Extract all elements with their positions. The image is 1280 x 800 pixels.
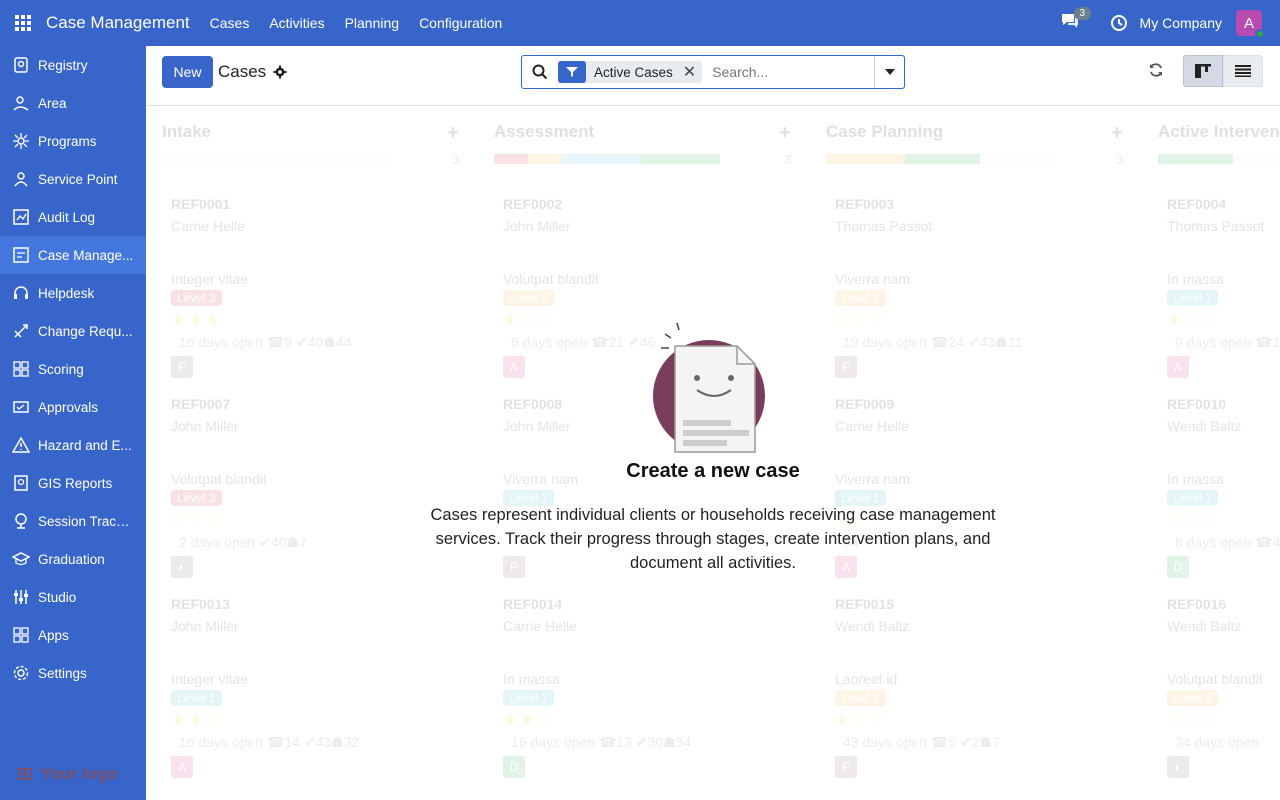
sidebar-item-programs[interactable]: Programs (0, 122, 146, 160)
change-request-icon (14, 324, 28, 338)
sidebar-item-label: Settings (38, 665, 87, 681)
sidebar-item-label: Approvals (38, 399, 99, 415)
sidebar-item-change-request[interactable]: Change Requ... (0, 312, 146, 350)
app-switcher-icon[interactable] (0, 0, 46, 46)
sidebar-item-case-management[interactable]: Case Manage... (0, 236, 146, 274)
sidebar-item-label: Apps (38, 627, 69, 643)
new-button[interactable]: New (162, 56, 213, 88)
approvals-icon (13, 401, 29, 413)
scoring-icon (13, 361, 29, 377)
sidebar-item-scoring[interactable]: Scoring (0, 350, 146, 388)
apps-icon (13, 627, 29, 643)
app-title[interactable]: Case Management (46, 13, 190, 33)
company-switcher[interactable]: My Company (1140, 15, 1222, 31)
registry-icon (14, 57, 28, 73)
online-status-icon (1255, 29, 1265, 39)
empty-helper: Create a new case Cases represent indivi… (146, 106, 1280, 800)
search-input[interactable] (712, 64, 873, 80)
sidebar-item-label: Graduation (38, 551, 105, 567)
sidebar-item-hazard[interactable]: Hazard and E... (0, 426, 146, 464)
page-title: Cases (218, 62, 267, 81)
sidebar: Registry Area Programs Service Point Audit L… (0, 46, 146, 800)
helper-description: Cases represent individual clients or ho… (430, 506, 996, 572)
sidebar-item-label: Service Point (38, 171, 118, 187)
sidebar-item-label: Case Manage... (38, 247, 134, 263)
headset-icon (14, 286, 28, 299)
programs-icon (13, 133, 29, 149)
sidebar-item-label: Scoring (38, 361, 84, 377)
sidebar-item-gis-reports[interactable]: GIS Reports (0, 464, 146, 502)
hazard-icon (12, 436, 30, 453)
control-panel: New Cases Active Cases ✕ (146, 46, 1280, 106)
menu-planning[interactable]: Planning (345, 15, 400, 31)
sidebar-item-audit-log[interactable]: Audit Log (0, 198, 146, 236)
sidebar-item-label: Studio (38, 589, 77, 605)
kanban-view-button[interactable] (1183, 55, 1223, 87)
chat-count-badge: 3 (1073, 7, 1092, 20)
user-initial: A (1243, 14, 1254, 32)
sidebar-item-label: Programs (38, 133, 97, 149)
logo-icon (18, 768, 32, 780)
menu-configuration[interactable]: Configuration (419, 15, 502, 31)
sidebar-item-settings[interactable]: Settings (0, 654, 146, 692)
search-options-toggle[interactable] (874, 56, 904, 88)
company-logo: Your logo (18, 764, 118, 784)
filter-facet-label: Active Cases (594, 64, 673, 80)
filter-facet: Active Cases ✕ (558, 61, 703, 83)
sidebar-item-label: Area (38, 95, 67, 111)
menu-activities[interactable]: Activities (269, 15, 324, 31)
view-switcher (1183, 55, 1263, 87)
sidebar-item-registry[interactable]: Registry (0, 46, 146, 84)
close-icon[interactable]: ✕ (683, 62, 702, 82)
service-point-icon (14, 172, 28, 187)
sidebar-item-label: Hazard and E... (38, 437, 132, 453)
sidebar-item-label: Audit Log (38, 209, 96, 225)
user-avatar[interactable]: A (1236, 10, 1265, 39)
graduation-icon (12, 552, 30, 566)
breadcrumb: Cases (218, 62, 287, 82)
filter-icon (558, 61, 586, 83)
refresh-icon[interactable] (1148, 62, 1164, 78)
clock-icon[interactable] (1110, 14, 1128, 32)
search-bar: Active Cases ✕ (521, 55, 905, 89)
list-view-button[interactable] (1223, 55, 1263, 87)
sidebar-item-area[interactable]: Area (0, 84, 146, 122)
session-tracking-icon (15, 513, 27, 529)
sidebar-item-label: GIS Reports (38, 475, 113, 491)
sidebar-item-headset[interactable]: Helpdesk (0, 274, 146, 312)
menu-cases[interactable]: Cases (210, 15, 250, 31)
helper-title: Create a new case (626, 460, 800, 482)
studio-icon (14, 590, 28, 604)
list-icon (1235, 65, 1251, 77)
top-navbar: Case Management Cases Activities Plannin… (0, 0, 1280, 46)
chat-icon[interactable]: 3 (1060, 7, 1092, 34)
sidebar-item-studio[interactable]: Studio (0, 578, 146, 616)
sidebar-item-label: Helpdesk (38, 285, 95, 301)
sidebar-item-graduation[interactable]: Graduation (0, 540, 146, 578)
sidebar-item-apps[interactable]: Apps (0, 616, 146, 654)
logo-text: Your logo (40, 764, 119, 783)
settings-icon (13, 665, 29, 681)
gear-icon[interactable] (273, 65, 287, 79)
sidebar-item-approvals[interactable]: Approvals (0, 388, 146, 426)
sidebar-item-session-tracking[interactable]: Session Tracki... (0, 502, 146, 540)
area-icon (13, 96, 29, 111)
sidebar-item-label: Registry (38, 57, 88, 73)
audit-log-icon (13, 209, 29, 225)
sidebar-item-label: Session Tracki... (38, 513, 134, 529)
document-smile-icon (653, 322, 765, 453)
sidebar-item-label: Change Requ... (38, 323, 133, 339)
search-icon (532, 64, 548, 80)
kanban-icon (1195, 64, 1211, 78)
case-management-icon (13, 247, 29, 263)
sidebar-item-service-point[interactable]: Service Point (0, 160, 146, 198)
gis-reports-icon (14, 475, 28, 491)
caret-down-icon (884, 69, 895, 75)
